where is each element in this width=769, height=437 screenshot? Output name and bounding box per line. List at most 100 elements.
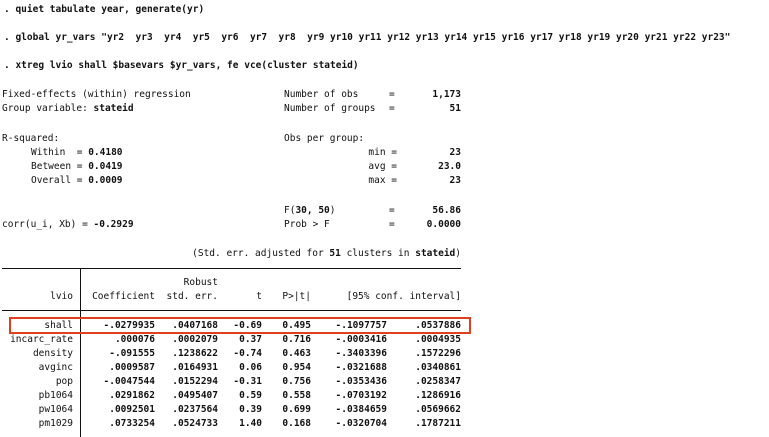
- row-ci-upper: .1787211: [415, 418, 461, 429]
- row-std-err: .0237564: [172, 404, 218, 415]
- col-t: t: [256, 291, 262, 302]
- row-std-err: .0152294: [172, 376, 218, 387]
- row-std-err: .1238622: [172, 348, 218, 359]
- note-pre: (Std. err. adjusted for: [192, 248, 330, 259]
- within-value: 0.4180: [88, 147, 123, 158]
- row-coefficient: .0092501: [109, 404, 155, 415]
- row-p: 0.699: [282, 404, 311, 415]
- nobs-eq: =: [389, 89, 395, 100]
- corr-ui-xb: corr(u_i, Xb) = -0.2929: [2, 219, 134, 231]
- row-variable: density: [32, 348, 73, 359]
- row-coefficient: .0291862: [109, 390, 155, 401]
- f-df: 30, 50: [295, 205, 330, 216]
- row-p: 0.463: [282, 348, 311, 359]
- nobs-value: 1,173: [432, 89, 461, 100]
- row-ci-upper: .0004935: [415, 334, 461, 345]
- command-global: . global yr_vars "yr2 yr3 yr4 yr5 yr6 yr…: [4, 32, 731, 43]
- between-label: Between =: [31, 161, 89, 172]
- model-title: Fixed-effects (within) regression: [2, 89, 191, 100]
- cluster-note: (Std. err. adjusted for 51 clusters in s…: [100, 248, 461, 260]
- row-coefficient: .0009587: [109, 362, 155, 373]
- row-coefficient: -.0047544: [103, 376, 155, 387]
- row-variable: avginc: [38, 362, 73, 373]
- col-conf-interval: [95% conf. interval]: [346, 291, 461, 302]
- between-value: 0.0419: [88, 161, 123, 172]
- overall-value: 0.0009: [88, 175, 123, 186]
- nobs-label: Number of obs: [284, 89, 359, 100]
- table-top-rule: [2, 268, 461, 269]
- overall-label: Overall =: [31, 175, 89, 186]
- row-ci-upper: .0258347: [415, 376, 461, 387]
- row-coefficient: -.091555: [109, 348, 155, 359]
- obs-per-group-label: Obs per group:: [284, 133, 365, 144]
- row-t: 0.59: [239, 390, 262, 401]
- row-ci-lower: -.0320704: [335, 418, 387, 429]
- table-header-rule: [2, 310, 461, 311]
- row-p: 0.558: [282, 390, 311, 401]
- row-ci-lower: -.0003416: [335, 334, 387, 345]
- row-std-err: .0495407: [172, 390, 218, 401]
- highlight-box: [9, 317, 471, 334]
- avg-value: 23.0: [438, 161, 461, 172]
- max-label: max =: [368, 175, 397, 186]
- min-label: min =: [368, 147, 397, 158]
- max-value: 23: [449, 175, 461, 186]
- corr-value: -0.2929: [93, 219, 134, 230]
- row-std-err: .0164931: [172, 362, 218, 373]
- command-tabulate: . quiet tabulate year, generate(yr): [4, 4, 205, 15]
- row-t: 0.39: [239, 404, 262, 415]
- col-coefficient: Coefficient: [92, 291, 155, 302]
- f-stat-label: F(30, 50): [284, 205, 336, 217]
- group-value: stateid: [93, 103, 134, 114]
- row-std-err: .0002079: [172, 334, 218, 345]
- depvar-label: lvio: [50, 291, 73, 302]
- row-ci-lower: -.0321688: [335, 362, 387, 373]
- row-ci-upper: .0340861: [415, 362, 461, 373]
- robust-label: Robust: [183, 277, 218, 288]
- group-label: Group variable:: [2, 103, 94, 114]
- col-p: P>|t|: [282, 291, 311, 302]
- rsq-within: Within = 0.4180: [31, 147, 123, 159]
- prob-f-eq: =: [389, 219, 395, 230]
- note-var: stateid: [415, 248, 456, 259]
- row-t: 0.06: [239, 362, 262, 373]
- rsquared-label: R-squared:: [2, 133, 60, 144]
- row-ci-upper: .0569662: [415, 404, 461, 415]
- row-ci-upper: .1286916: [415, 390, 461, 401]
- row-variable: incarc_rate: [10, 334, 73, 345]
- rsq-overall: Overall = 0.0009: [31, 175, 123, 187]
- ngroups-label: Number of groups: [284, 103, 376, 114]
- row-coefficient: .0733254: [109, 418, 155, 429]
- row-t: -0.31: [233, 376, 262, 387]
- ngroups-value: 51: [449, 103, 461, 114]
- row-ci-lower: -.3403396: [335, 348, 387, 359]
- ngroups-eq: =: [389, 103, 395, 114]
- f-value: 56.86: [432, 205, 461, 216]
- f-label-post: ): [329, 205, 336, 216]
- avg-label: avg =: [368, 161, 397, 172]
- row-variable: pm1029: [38, 418, 73, 429]
- row-ci-lower: -.0384659: [335, 404, 387, 415]
- note-mid: clusters in: [340, 248, 416, 259]
- row-variable: pb1064: [38, 390, 73, 401]
- prob-f-value: 0.0000: [426, 219, 461, 230]
- row-t: 1.40: [239, 418, 262, 429]
- corr-label: corr(u_i, Xb) =: [2, 219, 94, 230]
- row-coefficient: .000076: [114, 334, 155, 345]
- note-post: ): [455, 248, 461, 259]
- row-p: 0.756: [282, 376, 311, 387]
- row-p: 0.954: [282, 362, 311, 373]
- row-ci-lower: -.0703192: [335, 390, 387, 401]
- command-xtreg: . xtreg lvio shall $basevars $yr_vars, f…: [4, 60, 359, 71]
- row-p: 0.168: [282, 418, 311, 429]
- prob-f-label: Prob > F: [284, 219, 330, 230]
- row-t: -0.74: [233, 348, 262, 359]
- f-label-pre: F(: [284, 205, 296, 216]
- within-label: Within =: [31, 147, 89, 158]
- table-vertical-rule: [80, 268, 81, 437]
- note-n: 51: [329, 248, 341, 259]
- rsq-between: Between = 0.0419: [31, 161, 123, 173]
- row-ci-lower: -.0353436: [335, 376, 387, 387]
- row-variable: pop: [55, 376, 73, 387]
- col-std-err: std. err.: [166, 291, 218, 302]
